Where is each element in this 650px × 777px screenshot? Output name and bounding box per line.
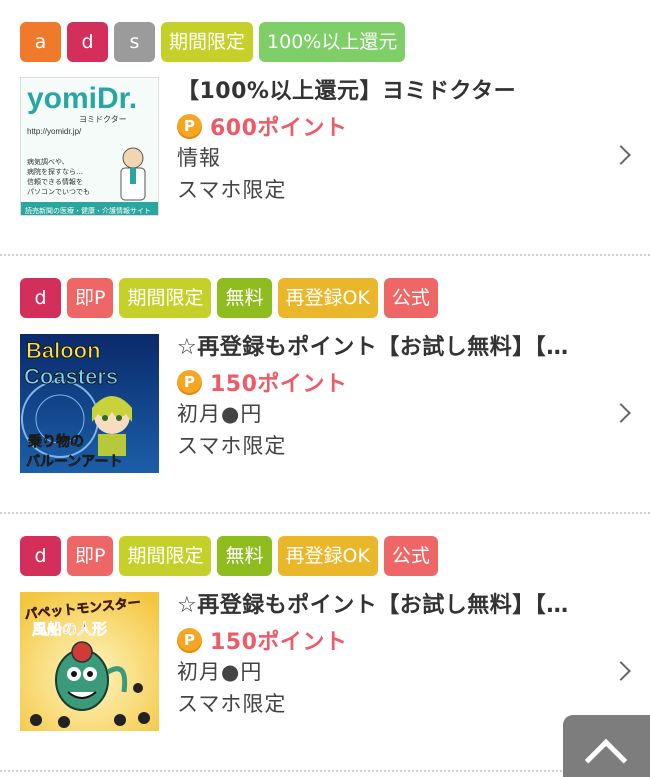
thumb-brand: yomiDr.: [27, 82, 137, 115]
tag: 期間限定: [119, 278, 212, 318]
baloon-coasters-thumbnail[interactable]: Baloon Coasters 乗り物の バルーンアート: [20, 334, 159, 473]
offer-price: 初月●円: [177, 660, 263, 684]
offer-list: a d s 期間限定 100%以上還元 yomiDr. ヨミドクター http:…: [0, 0, 650, 772]
offer-title: ☆再登録もポイント【お試し無料】【…: [177, 593, 569, 618]
point-coin-icon: P: [177, 369, 202, 395]
tag: d: [20, 278, 61, 318]
points-value: 150ポイント: [210, 630, 348, 655]
tag: s: [114, 22, 155, 62]
thumb-subtitle: 風船の人形: [32, 620, 107, 638]
tag: 再登録OK: [277, 536, 378, 576]
tag-row: d 即P 期間限定 無料 再登録OK 公式: [20, 536, 438, 576]
offer-device: スマホ限定: [177, 434, 287, 458]
tag-row: a d s 期間限定 100%以上還元: [20, 22, 406, 62]
thumb-footer: 読売新聞の医療・健康・介護情報サイト: [25, 206, 151, 215]
thumb-desc: 病院を探すなら…: [27, 167, 83, 176]
offer-info: ☆再登録もポイント【お試し無料】【… P 150ポイント 初月●円 スマホ限定: [177, 590, 610, 720]
thumb-desc: 病気調べや、: [27, 157, 69, 166]
tag: a: [20, 22, 61, 62]
offer-item[interactable]: a d s 期間限定 100%以上還元 yomiDr. ヨミドクター http:…: [0, 0, 650, 256]
go-top-button[interactable]: [563, 715, 650, 777]
offer-title: 【100%以上還元】ヨミドクター: [177, 79, 517, 104]
offer-item[interactable]: d 即P 期間限定 無料 再登録OK 公式 Baloon Coasters 乗り…: [0, 256, 650, 514]
chevron-right-icon[interactable]: [611, 661, 631, 681]
tag: 即P: [67, 278, 114, 318]
thumb-caption: バルーンアート: [26, 454, 122, 470]
tag: d: [20, 536, 61, 576]
offer-category: 情報: [177, 146, 221, 170]
tag: 期間限定: [161, 22, 254, 62]
points-row: P 150ポイント: [177, 624, 610, 656]
offer-device: スマホ限定: [177, 692, 287, 716]
tag: 100%以上還元: [259, 22, 406, 62]
tag: d: [67, 22, 108, 62]
point-coin-icon: P: [177, 627, 202, 653]
tag: 公式: [383, 536, 438, 576]
tag: 無料: [217, 536, 272, 576]
offer-info: ☆再登録もポイント【お試し無料】【… P 150ポイント 初月●円 スマホ限定: [177, 332, 610, 462]
tag: 期間限定: [119, 536, 212, 576]
thumb-title: Baloon: [26, 338, 101, 363]
tag: 再登録OK: [277, 278, 378, 318]
puppet-monster-thumbnail[interactable]: パペットモンスター 風船の人形: [20, 592, 159, 731]
thumb-url: http://yomidr.jp/: [27, 127, 82, 136]
points-row: P 150ポイント: [177, 366, 610, 398]
offer-item[interactable]: d 即P 期間限定 無料 再登録OK 公式 パペットモンスター 風船の人形 ☆再…: [0, 514, 650, 772]
thumb-desc: パソコンでいつでも: [27, 188, 90, 196]
thumb-caption: 乗り物の: [27, 433, 84, 450]
thumb-sub: ヨミドクター: [79, 115, 127, 124]
chevron-up-icon: [584, 738, 628, 777]
points-value: 150ポイント: [210, 372, 348, 397]
offer-device: スマホ限定: [177, 178, 287, 202]
offer-price: 初月●円: [177, 402, 263, 426]
yomidr-thumbnail[interactable]: yomiDr. ヨミドクター http://yomidr.jp/ 病気調べや、 …: [20, 77, 159, 216]
point-coin-icon: P: [177, 113, 202, 139]
offer-title: ☆再登録もポイント【お試し無料】【…: [177, 335, 569, 360]
chevron-right-icon[interactable]: [611, 403, 631, 423]
tag-row: d 即P 期間限定 無料 再登録OK 公式: [20, 278, 438, 318]
points-value: 600ポイント: [210, 116, 348, 141]
tag: 無料: [217, 278, 272, 318]
chevron-right-icon[interactable]: [611, 145, 631, 165]
thumb-title: Coasters: [24, 364, 118, 389]
tag: 公式: [383, 278, 438, 318]
thumb-desc: 信頼できる情報を: [27, 177, 83, 186]
offer-info: 【100%以上還元】ヨミドクター P 600ポイント 情報 スマホ限定: [177, 76, 610, 206]
tag: 即P: [67, 536, 114, 576]
points-row: P 600ポイント: [177, 110, 610, 142]
